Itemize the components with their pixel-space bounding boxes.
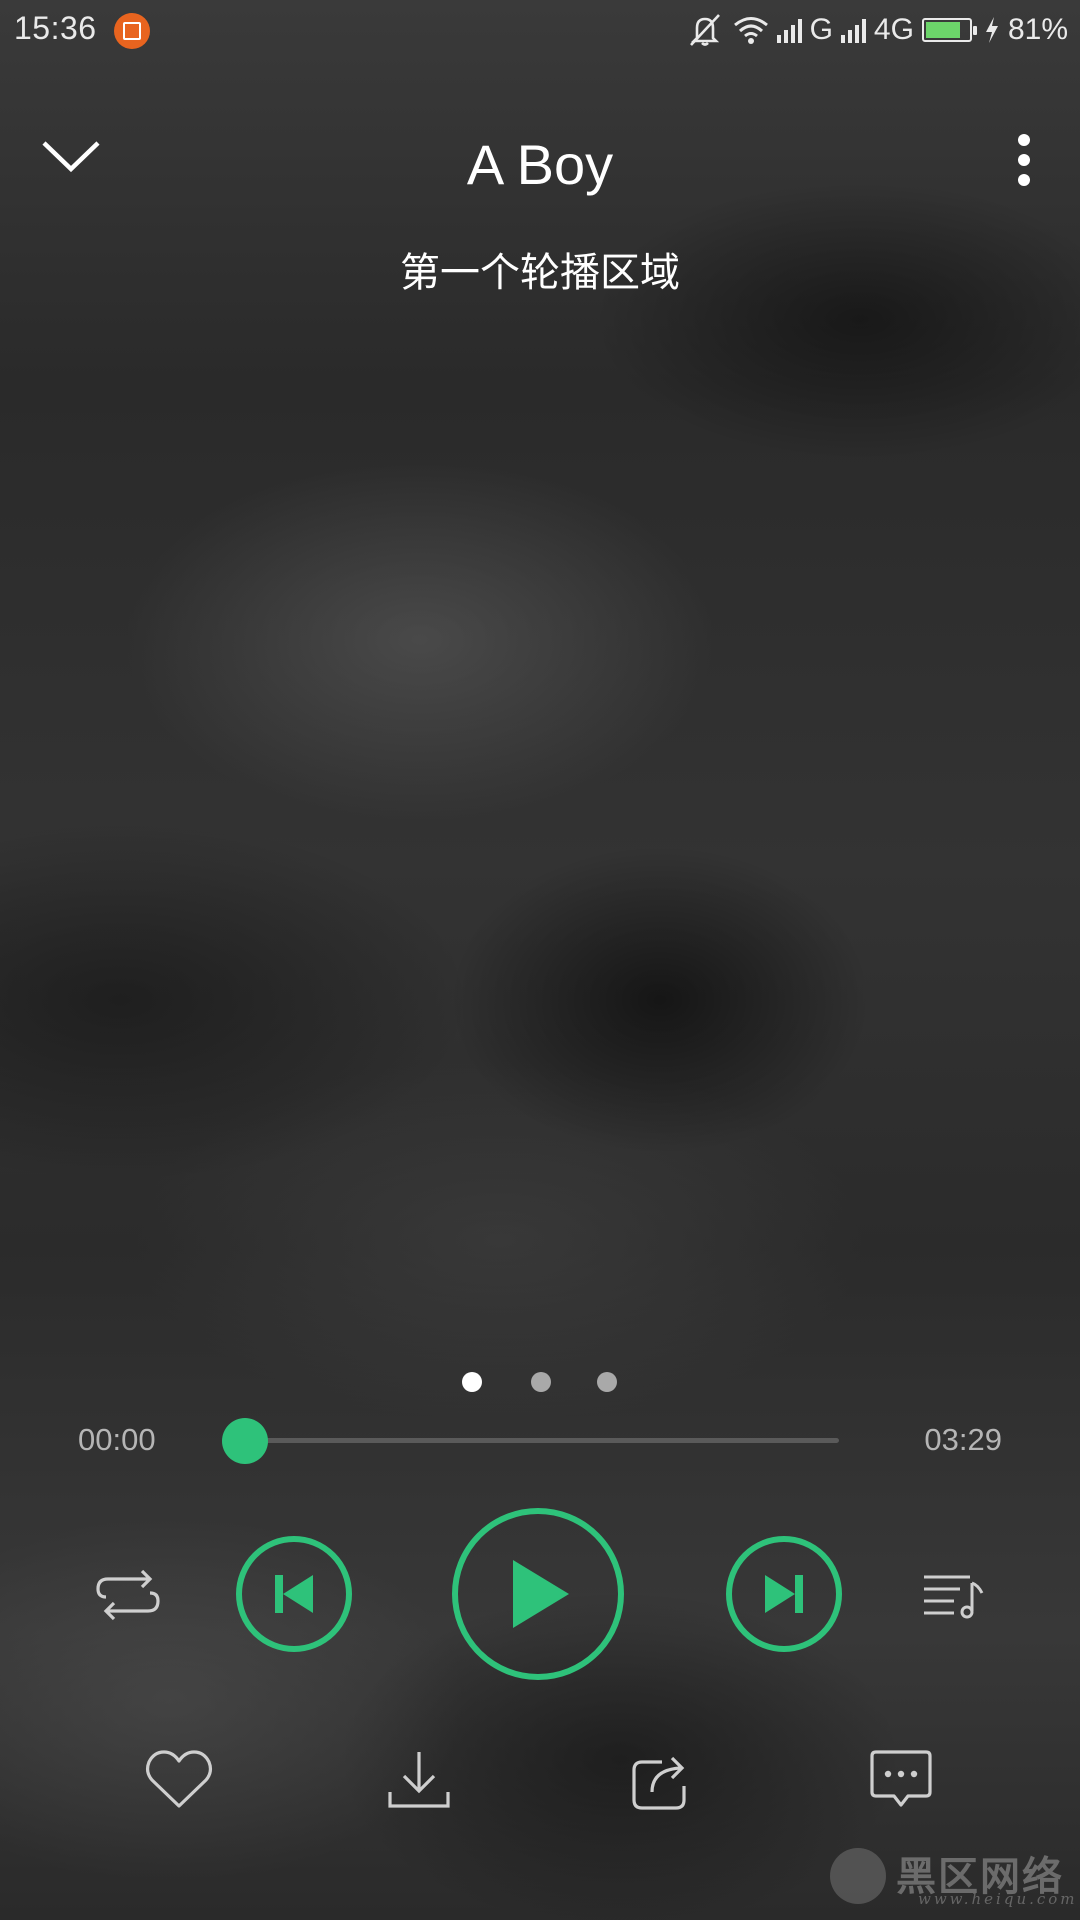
- mute-bell-icon: [689, 14, 720, 46]
- player-screen: 15:36 G 4G 81% A Boy 第一个轮播区域 00:00 03:29…: [0, 0, 1080, 1920]
- play-icon: [513, 1560, 569, 1628]
- carousel-label: 第一个轮播区域: [400, 250, 680, 296]
- next-button[interactable]: [726, 1536, 842, 1652]
- watermark-url: www.heiqu.com: [918, 1890, 1078, 1908]
- status-bar: 15:36 G 4G 81%: [0, 0, 1080, 62]
- seek-thumb[interactable]: [222, 1418, 268, 1464]
- repeat-icon: [96, 1569, 160, 1621]
- signal-icon: [840, 17, 866, 43]
- watermark: 黑区网络 www.heiqu.com: [830, 1840, 1075, 1914]
- battery-icon: [921, 18, 977, 42]
- charging-bolt-icon: [985, 17, 998, 43]
- battery-percent: 81%: [1007, 13, 1068, 46]
- more-dot: [1018, 174, 1030, 186]
- download-button[interactable]: [374, 1735, 464, 1825]
- playlist-button[interactable]: [912, 1550, 992, 1640]
- pager-dot-1[interactable]: [462, 1372, 482, 1392]
- pager-dot-3[interactable]: [597, 1372, 617, 1392]
- song-title: A Boy: [466, 133, 614, 196]
- network-type-4g: 4G: [873, 13, 914, 46]
- more-options-button[interactable]: [994, 120, 1054, 200]
- playlist-icon: [924, 1575, 984, 1619]
- previous-button[interactable]: [236, 1536, 352, 1652]
- skip-previous-icon: [275, 1575, 313, 1613]
- player-header: A Boy 第一个轮播区域: [0, 100, 1080, 300]
- more-dot: [1018, 134, 1030, 146]
- signal-icon: [776, 17, 802, 43]
- share-icon: [632, 1756, 686, 1810]
- heart-icon: [145, 1750, 213, 1808]
- more-dot: [1018, 154, 1030, 166]
- song-actions: [0, 1735, 1080, 1835]
- pager-dot-2[interactable]: [531, 1372, 551, 1392]
- wifi-icon: [733, 17, 768, 44]
- play-button[interactable]: [452, 1508, 624, 1680]
- status-indicators: G 4G 81%: [685, 10, 1068, 50]
- skip-next-icon: [765, 1575, 803, 1613]
- total-time: 03:29: [924, 1422, 1002, 1457]
- share-button[interactable]: [616, 1735, 706, 1825]
- app-notification-icon: [114, 13, 150, 49]
- repeat-button[interactable]: [88, 1550, 168, 1640]
- progress-row: 00:00 03:29: [0, 1410, 1080, 1470]
- playback-controls: [0, 1500, 1080, 1690]
- comment-icon: [870, 1750, 932, 1807]
- watermark-logo-icon: [830, 1848, 886, 1904]
- carousel-pager: [0, 1372, 1080, 1396]
- current-time: 00:00: [78, 1422, 156, 1457]
- download-icon: [388, 1752, 450, 1808]
- like-button[interactable]: [134, 1735, 224, 1825]
- comment-button[interactable]: [856, 1735, 946, 1825]
- seek-bar[interactable]: [222, 1418, 839, 1464]
- status-time: 15:36: [14, 10, 97, 46]
- network-type-g: G: [809, 13, 833, 46]
